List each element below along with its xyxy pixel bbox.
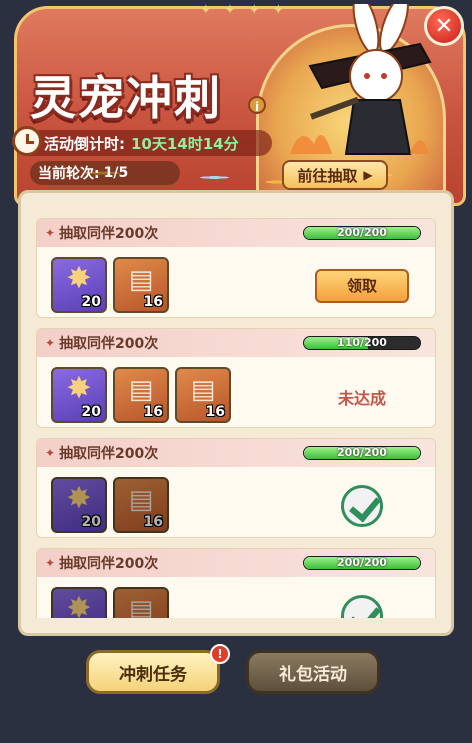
task-row: ✦ 抽取同伴200次 200/200 ✸ 20 ▤ 16 xyxy=(36,438,436,538)
reward-quantity: 16 xyxy=(205,404,225,420)
star-badge-icon[interactable]: ✸ 20 xyxy=(51,367,107,423)
task-header: ✦ 抽取同伴200次 200/200 xyxy=(37,549,435,577)
progress-text: 200/200 xyxy=(337,226,387,239)
task-header: ✦ 抽取同伴200次 200/200 xyxy=(37,439,435,467)
star-badge-icon[interactable]: ✸ 20 xyxy=(51,257,107,313)
event-window: ✦ ✦ ✦ ✦ 灵宠冲刺 i 活动倒计时: 10天14时14分 当前轮次: 1/… xyxy=(0,0,472,743)
task-list[interactable]: ✦ 抽取同伴200次 200/200 ✸ 20 ▤ 16 领取 ✦ 抽取同伴20… xyxy=(36,218,436,618)
alert-badge: ! xyxy=(210,644,230,664)
task-row: ✦ 抽取同伴200次 200/200 ✸ ▤ xyxy=(36,548,436,618)
countdown-label: 活动倒计时: xyxy=(44,134,125,153)
task-header: ✦ 抽取同伴200次 200/200 xyxy=(37,219,435,247)
reward-list: ✸ 20 ▤ 16 ▤ 16 xyxy=(51,367,231,423)
tab-label: 礼包活动 xyxy=(279,664,347,685)
sparkle-icon: ✦ xyxy=(45,226,56,240)
reward-quantity: 16 xyxy=(143,514,163,530)
reward-quantity: 16 xyxy=(143,404,163,420)
goto-draw-button[interactable]: 前往抽取 ▶ xyxy=(282,160,388,190)
countdown-bar: 活动倒计时: 10天14时14分 xyxy=(14,130,272,156)
task-title: 抽取同伴200次 xyxy=(59,226,159,242)
check-icon xyxy=(341,595,383,618)
round-label: 当前轮次: xyxy=(38,166,100,182)
ticket-icon[interactable]: ▤ 16 xyxy=(175,367,231,423)
play-arrow-icon: ▶ xyxy=(363,168,373,182)
task-title: 抽取同伴200次 xyxy=(59,446,159,462)
task-progress-bar: 110/200 xyxy=(303,336,421,350)
check-icon xyxy=(341,485,383,527)
sparkle-icon: ✦ xyxy=(45,556,56,570)
reward-quantity: 16 xyxy=(143,294,163,310)
task-title: 抽取同伴200次 xyxy=(59,336,159,352)
ticket-icon[interactable]: ▤ 16 xyxy=(113,367,169,423)
ticket-icon[interactable]: ▤ 16 xyxy=(113,257,169,313)
round-indicator: 当前轮次: 1/5 xyxy=(30,161,180,185)
star-badge-icon[interactable]: ✸ 20 xyxy=(51,477,107,533)
progress-text: 200/200 xyxy=(337,446,387,459)
close-icon[interactable]: ✕ xyxy=(424,6,464,46)
sparkle-icon: ✦ xyxy=(45,446,56,460)
reward-quantity: 20 xyxy=(81,514,101,530)
claim-button[interactable]: 领取 xyxy=(315,269,409,303)
task-progress-bar: 200/200 xyxy=(303,226,421,240)
clock-icon xyxy=(12,126,42,156)
task-header: ✦ 抽取同伴200次 110/200 xyxy=(37,329,435,357)
bottom-tab-bar: 冲刺任务 ! 礼包活动 xyxy=(22,644,450,698)
task-row: ✦ 抽取同伴200次 110/200 ✸ 20 ▤ 16 ▤ 16 未达成 xyxy=(36,328,436,428)
incomplete-status: 未达成 xyxy=(337,389,386,408)
ticket-icon[interactable]: ▤ 16 xyxy=(113,477,169,533)
tab-sprint-tasks[interactable]: 冲刺任务 xyxy=(86,650,220,694)
task-progress-bar: 200/200 xyxy=(303,446,421,460)
star-badge-icon[interactable]: ✸ xyxy=(51,587,107,618)
reward-quantity: 20 xyxy=(81,404,101,420)
event-title: 灵宠冲刺 xyxy=(30,71,222,125)
reward-list: ✸ 20 ▤ 16 xyxy=(51,257,169,313)
task-row: ✦ 抽取同伴200次 200/200 ✸ 20 ▤ 16 领取 xyxy=(36,218,436,318)
pet-character-illustration xyxy=(290,4,432,155)
countdown-value: 10天14时14分 xyxy=(131,134,239,153)
reward-quantity: 20 xyxy=(81,294,101,310)
reward-list: ✸ ▤ xyxy=(51,587,169,618)
reward-list: ✸ 20 ▤ 16 xyxy=(51,477,169,533)
tab-gift-packs[interactable]: 礼包活动 xyxy=(246,650,380,694)
tab-label: 冲刺任务 xyxy=(119,664,187,685)
round-value: 1/5 xyxy=(103,165,129,181)
ticket-icon[interactable]: ▤ xyxy=(113,587,169,618)
sparkle-icon: ✦ xyxy=(45,336,56,350)
progress-text: 110/200 xyxy=(337,336,387,349)
goto-draw-label: 前往抽取 xyxy=(297,166,358,185)
info-icon[interactable]: i xyxy=(248,96,266,114)
progress-text: 200/200 xyxy=(337,556,387,569)
task-title: 抽取同伴200次 xyxy=(59,556,159,572)
task-progress-bar: 200/200 xyxy=(303,556,421,570)
